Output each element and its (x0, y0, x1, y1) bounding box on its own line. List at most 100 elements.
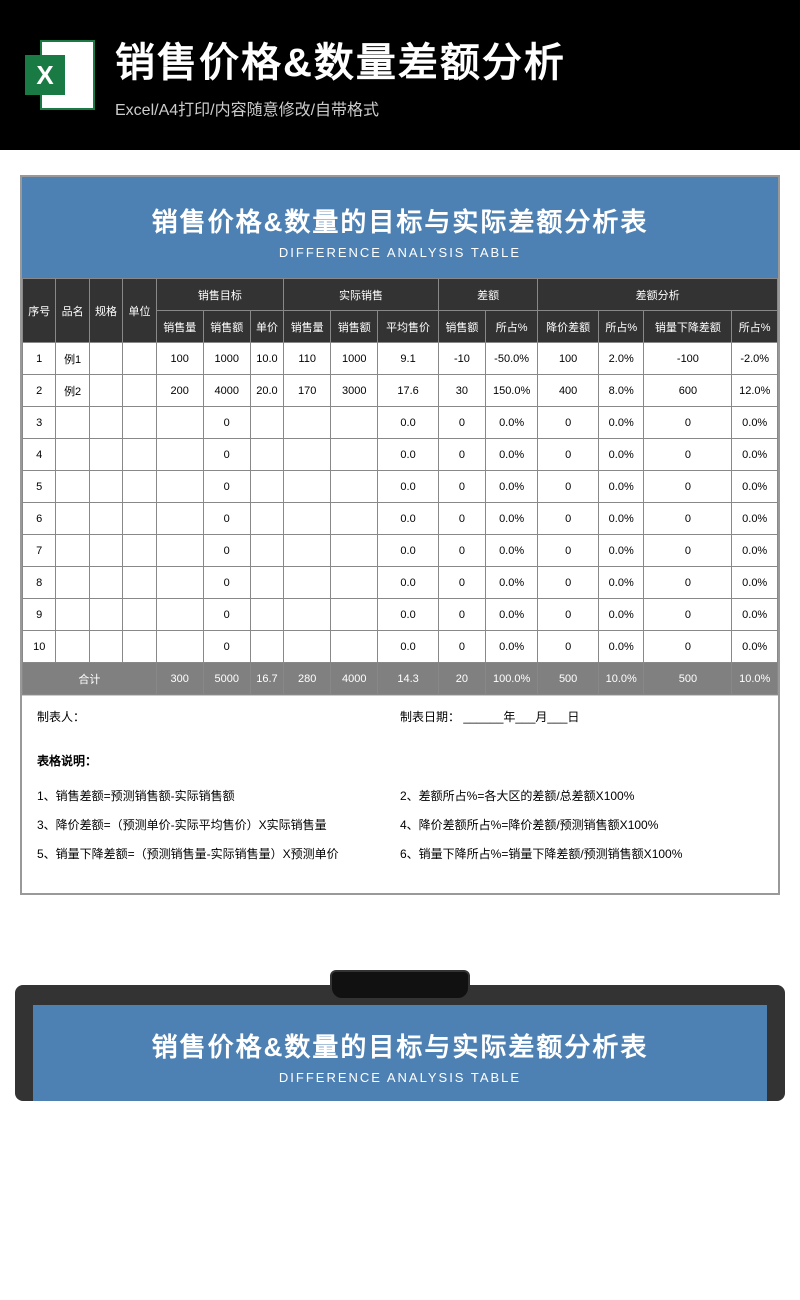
cell-d_amt: -10 (438, 343, 485, 375)
cell-t_price (250, 407, 283, 439)
cell-an_qty_diff: 0 (644, 439, 732, 471)
col-an-price-pct: 所占% (598, 311, 644, 343)
cell-seq: 8 (23, 567, 56, 599)
notes-section: 表格说明： 1、销售差额=预测销售额-实际销售额2、差额所占%=各大区的差额/总… (22, 737, 778, 893)
meta-row: 制表人： 制表日期： ______年___月___日 (22, 695, 778, 737)
table-row: 2例2200400020.0170300017.630150.0%4008.0%… (23, 375, 778, 407)
cell-a_qty: 170 (284, 375, 331, 407)
cell-name (56, 407, 89, 439)
cell-an_price_diff: 0 (538, 631, 599, 663)
cell-d_pct: 0.0% (485, 535, 537, 567)
cell-a_price: 0.0 (378, 567, 439, 599)
cell-seq: 5 (23, 471, 56, 503)
cell-seq: 9 (23, 599, 56, 631)
cell-name (56, 503, 89, 535)
cell-an_price_diff: 0 (538, 599, 599, 631)
cell-t_price (250, 503, 283, 535)
cell-an_price_pct: 0.0% (598, 439, 644, 471)
cell-a_price: 0.0 (378, 535, 439, 567)
cell-seq: 6 (23, 503, 56, 535)
cell-an_price_pct: 0.0% (598, 407, 644, 439)
cell-an_price_diff: 0 (538, 535, 599, 567)
cell-t_amt: 1000 (203, 343, 250, 375)
cell-t_price (250, 631, 283, 663)
cell-an_qty_diff: 0 (644, 503, 732, 535)
cell-an_qty_diff: 600 (644, 375, 732, 407)
cell-a_amt (331, 439, 378, 471)
cell-an_qty_diff: 0 (644, 535, 732, 567)
col-spec: 规格 (89, 279, 122, 343)
cell-a_amt (331, 535, 378, 567)
cell-d_amt: 0 (438, 439, 485, 471)
cell-d_pct: 0.0% (485, 567, 537, 599)
cell-t_qty (156, 535, 203, 567)
cell-an_qty_diff: 0 (644, 471, 732, 503)
cell-an_price_pct: 0.0% (598, 599, 644, 631)
cell-t_qty (156, 503, 203, 535)
cell-spec (89, 343, 122, 375)
cell-seq: 7 (23, 535, 56, 567)
cell-an_qty_pct: -2.0% (732, 343, 778, 375)
cell-t_amt: 0 (203, 567, 250, 599)
cell-unit (123, 599, 156, 631)
excel-icon: X (20, 35, 100, 115)
cell-d_amt: 0 (438, 631, 485, 663)
col-a-price: 平均售价 (378, 311, 439, 343)
cell-an_price_diff: 0 (538, 439, 599, 471)
cell-unit (123, 375, 156, 407)
cell-an_qty_diff: 0 (644, 407, 732, 439)
cell-t_qty (156, 631, 203, 663)
cell-d_pct: 0.0% (485, 471, 537, 503)
cell-unit (123, 503, 156, 535)
cell-t_price (250, 439, 283, 471)
cell-t_qty (156, 599, 203, 631)
cell-a_qty (284, 567, 331, 599)
cell-a_amt (331, 503, 378, 535)
cell-a_price: 0.0 (378, 471, 439, 503)
cell-t_price (250, 471, 283, 503)
cell-unit (123, 535, 156, 567)
cell-an_qty_pct: 12.0% (732, 375, 778, 407)
cell-a_amt: 1000 (331, 343, 378, 375)
table-row: 1例1100100010.011010009.1-10-50.0%1002.0%… (23, 343, 778, 375)
cell-t_price (250, 599, 283, 631)
col-group-diff: 差额 (438, 279, 537, 311)
table-row: 900.000.0%00.0%00.0% (23, 599, 778, 631)
table-row: 1000.000.0%00.0%00.0% (23, 631, 778, 663)
cell-name (56, 439, 89, 471)
table-row: 500.000.0%00.0%00.0% (23, 471, 778, 503)
cell-d_amt: 0 (438, 471, 485, 503)
cell-t_amt: 0 (203, 599, 250, 631)
cell-an_price_pct: 0.0% (598, 503, 644, 535)
col-unit: 单位 (123, 279, 156, 343)
cell-spec (89, 375, 122, 407)
col-a-amt: 销售额 (331, 311, 378, 343)
cell-spec (89, 471, 122, 503)
cell-a_price: 17.6 (378, 375, 439, 407)
cell-t_amt: 0 (203, 535, 250, 567)
cell-t_price (250, 567, 283, 599)
cell-an_qty_pct: 0.0% (732, 503, 778, 535)
cell-a_price: 0.0 (378, 407, 439, 439)
note-item: 6、销量下降所占%=销量下降差额/预测销售额X100% (400, 839, 763, 868)
doc-banner-2: 销售价格&数量的目标与实际差额分析表 DIFFERENCE ANALYSIS T… (33, 1005, 767, 1101)
cell-d_amt: 0 (438, 535, 485, 567)
col-an-qty-diff: 销量下降差额 (644, 311, 732, 343)
cell-an_price_diff: 100 (538, 343, 599, 375)
cell-a_qty (284, 503, 331, 535)
cell-an_price_diff: 0 (538, 407, 599, 439)
cell-unit (123, 407, 156, 439)
cell-unit (123, 439, 156, 471)
maker-label: 制表人： (37, 708, 400, 725)
cell-d_pct: 0.0% (485, 439, 537, 471)
col-group-target: 销售目标 (156, 279, 283, 311)
page-title: 销售价格&数量差额分析 (115, 30, 566, 88)
cell-an_qty_diff: 0 (644, 567, 732, 599)
cell-t_amt: 4000 (203, 375, 250, 407)
cell-an_price_pct: 0.0% (598, 567, 644, 599)
totals-label: 合计 (23, 663, 157, 695)
cell-t_amt: 0 (203, 407, 250, 439)
cell-an_qty_pct: 0.0% (732, 407, 778, 439)
cell-an_qty_pct: 0.0% (732, 631, 778, 663)
cell-t_qty (156, 407, 203, 439)
